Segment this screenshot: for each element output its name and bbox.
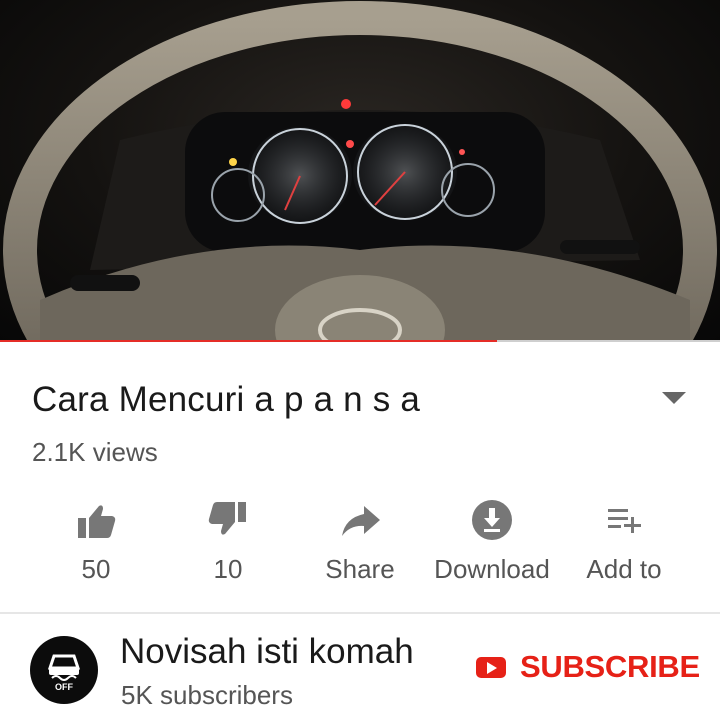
- thumbs-down-icon: [208, 502, 246, 535]
- subscribe-label: SUBSCRIBE: [520, 649, 700, 684]
- thumbs-up-icon: [78, 505, 116, 538]
- channel-name[interactable]: Novisah isti komah: [120, 632, 414, 672]
- expand-description-button[interactable]: [656, 384, 692, 412]
- like-button[interactable]: 50: [30, 488, 162, 598]
- add-to-playlist-button[interactable]: Add to: [558, 488, 690, 598]
- dislike-count: 10: [213, 554, 243, 584]
- traction-control-off-icon: OFF: [47, 654, 81, 692]
- video-progress-bar[interactable]: [0, 340, 720, 342]
- share-icon: [342, 506, 380, 536]
- action-bar: 50 10 Share Download Add to: [30, 488, 690, 598]
- download-icon: [472, 500, 512, 540]
- video-progress-fill: [0, 340, 497, 342]
- section-divider: [0, 612, 720, 614]
- chevron-down-icon: [662, 392, 686, 404]
- channel-avatar[interactable]: OFF: [30, 636, 98, 704]
- video-title: Cara Mencuri a p a n s a: [32, 380, 421, 419]
- view-count: 2.1K views: [32, 437, 158, 467]
- download-label: Download: [434, 554, 550, 584]
- add-to-playlist-icon: [608, 509, 641, 533]
- youtube-logo-icon: [476, 657, 506, 678]
- share-label: Share: [325, 554, 395, 584]
- like-count: 50: [81, 554, 111, 584]
- subscribe-button[interactable]: SUBSCRIBE: [474, 645, 700, 691]
- dislike-button[interactable]: 10: [162, 488, 294, 598]
- avatar-off-text: OFF: [55, 682, 73, 692]
- subscriber-count: 5K subscribers: [121, 680, 293, 710]
- video-frame-dashboard: [3, 1, 717, 342]
- add-to-label: Add to: [586, 554, 662, 584]
- share-button[interactable]: Share: [294, 488, 426, 598]
- video-player[interactable]: [0, 0, 720, 342]
- download-button[interactable]: Download: [426, 488, 558, 598]
